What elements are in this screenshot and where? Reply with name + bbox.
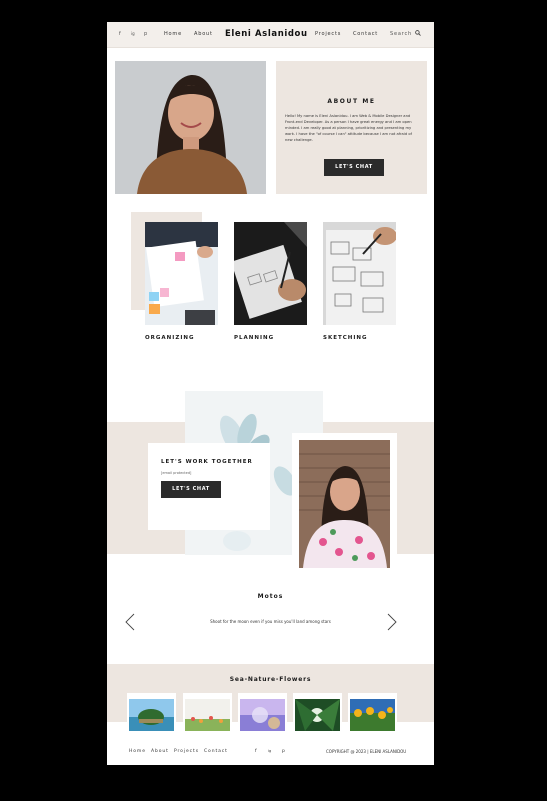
- gallery-item-bokeh[interactable]: [238, 693, 287, 733]
- nav-projects[interactable]: Projects: [315, 31, 341, 37]
- portfolio-page: f ig p Home About Eleni Aslanidou Projec…: [107, 22, 434, 765]
- search-label[interactable]: Search: [390, 31, 412, 37]
- nav-contact[interactable]: Contact: [353, 31, 378, 37]
- site-brand[interactable]: Eleni Aslanidou: [225, 29, 308, 39]
- sketching-label: SKETCHING: [323, 335, 368, 341]
- organizing-image: [145, 222, 218, 325]
- planning-label: PLANNING: [234, 335, 275, 341]
- chevron-right-icon[interactable]: [385, 613, 399, 631]
- header: f ig p Home About Eleni Aslanidou Projec…: [107, 22, 434, 48]
- contact-email[interactable]: [email protected]: [161, 471, 191, 475]
- nav-about[interactable]: About: [194, 31, 213, 37]
- gallery-title: Sea-Nature-Flowers: [229, 676, 312, 683]
- work-together-title: LET'S WORK TOGETHER: [161, 459, 253, 465]
- copyright: COPYRIGHT @ 2023 | ELENI ASLANIDOU: [326, 749, 407, 754]
- about-text: Hello! My name is Eleni Aslanidou. I am …: [285, 114, 412, 142]
- footer-facebook-icon[interactable]: f: [255, 749, 257, 754]
- facebook-icon[interactable]: f: [119, 31, 121, 37]
- footer-pinterest-icon[interactable]: p: [282, 749, 285, 754]
- lets-chat-button-2[interactable]: LET'S CHAT: [161, 481, 221, 498]
- organizing-label: ORGANIZING: [145, 335, 195, 341]
- gallery-item-sea[interactable]: [127, 693, 176, 733]
- instagram-icon[interactable]: ig: [131, 31, 135, 36]
- motto-text: Shoot for the moon even if you miss you'…: [210, 619, 331, 624]
- search-icon[interactable]: [415, 30, 421, 36]
- work-together-card: LET'S WORK TOGETHER [email protected] LE…: [148, 443, 270, 530]
- footer-link-about[interactable]: About: [151, 749, 169, 754]
- about-card: ABOUT ME Hello! My name is Eleni Aslanid…: [276, 61, 427, 194]
- gallery-item-yellow-flowers[interactable]: [348, 693, 397, 733]
- footer-link-contact[interactable]: Contact: [204, 749, 228, 754]
- planning-image: [234, 222, 307, 325]
- gallery-item-forest[interactable]: [293, 693, 342, 733]
- gallery-item-flower-field[interactable]: [183, 693, 232, 733]
- footer-instagram-icon[interactable]: ig: [268, 749, 271, 753]
- about-title: ABOUT ME: [327, 98, 376, 105]
- mottos-title: Motos: [257, 593, 284, 600]
- sketching-image: [323, 222, 396, 325]
- contact-photo: [299, 440, 390, 568]
- pinterest-icon[interactable]: p: [144, 31, 147, 37]
- profile-photo: [115, 61, 266, 194]
- nav-home[interactable]: Home: [164, 31, 182, 37]
- footer-link-projects[interactable]: Projects: [174, 749, 199, 754]
- footer-link-home[interactable]: Home: [129, 749, 146, 754]
- lets-chat-button[interactable]: LET'S CHAT: [324, 159, 384, 176]
- chevron-left-icon[interactable]: [123, 613, 137, 631]
